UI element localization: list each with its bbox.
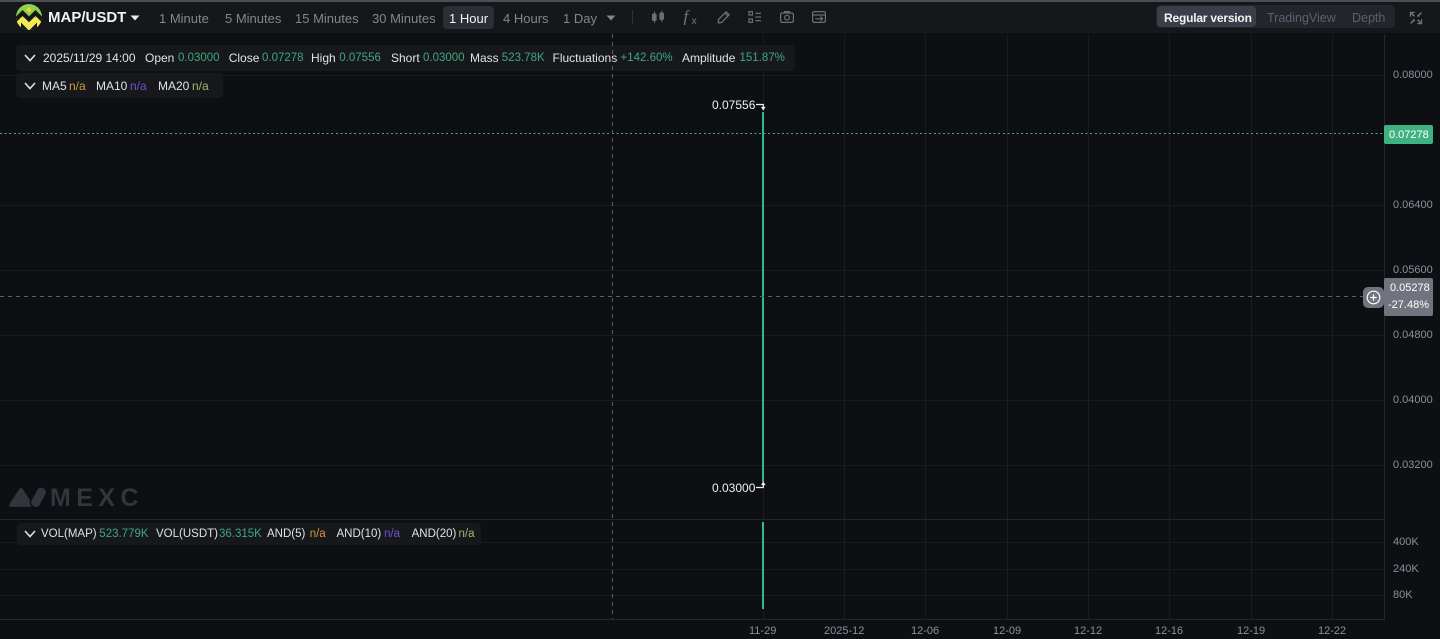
svg-text:f: f	[684, 9, 691, 25]
svg-text:x: x	[692, 16, 697, 25]
svg-text:MEXC: MEXC	[50, 484, 144, 510]
